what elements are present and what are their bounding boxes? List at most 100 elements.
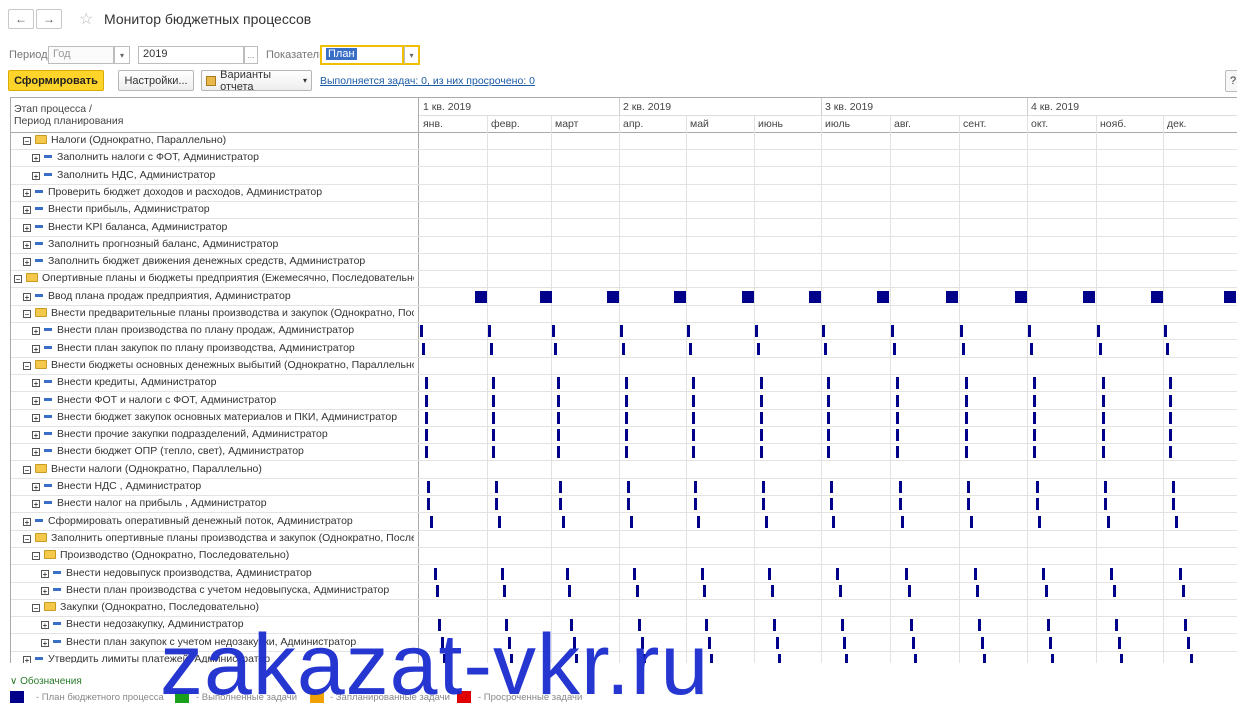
indicators-field[interactable]: План [320,45,404,65]
legend-toggle[interactable]: ∨ Обозначения [10,676,82,687]
row-label: + Проверить бюджет доходов и расходов, Ад… [23,186,322,198]
table-row[interactable]: + Внести план производства по плану прода… [11,323,1237,341]
row-text: Внести бюджеты основных денежных выбытий… [51,358,414,371]
plan-bar-marker [624,446,628,459]
table-row[interactable]: − Налоги (Однократно, Параллельно) [11,133,1237,150]
row-text: Заполнить опертивные планы производства … [51,531,414,544]
plan-bar-marker [759,429,763,442]
expand-icon[interactable]: + [32,379,40,388]
expand-icon[interactable]: + [23,240,31,249]
help-button[interactable]: ? [1225,70,1237,92]
table-row[interactable]: + Внести налог на прибыль , Администратор [11,496,1237,514]
expand-icon[interactable]: + [32,344,40,353]
expand-icon[interactable]: + [32,396,40,405]
plan-bar-marker [1175,515,1179,528]
expand-icon[interactable]: + [32,171,40,180]
expand-icon[interactable]: + [32,431,40,440]
back-arrow-icon[interactable]: ← [8,9,34,29]
task-icon [44,380,52,384]
table-row[interactable]: + Внести НДС , Администратор [11,479,1237,496]
plan-bar-marker [624,429,628,442]
table-row[interactable]: − Опертивные планы и бюджеты предприятия … [11,271,1237,289]
quarter-header: 3 кв. 2019 [825,101,874,113]
table-row[interactable]: − Внести предварительные планы производст… [11,306,1237,323]
plan-bar-marker [556,446,560,459]
table-row[interactable]: + Ввод плана продаж предприятия, Админист… [11,289,1237,306]
indicators-dropdown-icon[interactable]: ▾ [404,45,420,65]
plan-bar-marker [568,584,572,597]
collapse-icon[interactable]: − [32,604,40,613]
table-row[interactable]: + Внести прибыль, Администратор [11,202,1237,220]
table-row[interactable]: + Сформировать оперативный денежный поток… [11,514,1237,531]
plan-bar-marker [964,446,968,459]
expand-icon[interactable]: + [41,638,49,647]
row-text: Закупки (Однократно, Последовательно) [60,601,260,614]
expand-icon[interactable]: + [32,327,40,336]
period-type-field[interactable]: Год [48,46,114,64]
expand-icon[interactable]: + [23,206,31,215]
table-row[interactable]: − Заполнить опертивные планы производства… [11,531,1237,548]
row-text: Внести прибыль, Администратор [48,203,210,216]
expand-icon[interactable]: + [23,188,31,197]
table-row[interactable]: − Производство (Однократно, Последователь… [11,548,1237,566]
row-text: Налоги (Однократно, Параллельно) [51,134,227,146]
expand-icon[interactable]: + [23,223,31,232]
row-label: + Заполнить прогнозный баланс, Администра… [23,238,278,250]
collapse-icon[interactable]: − [23,361,31,370]
expand-icon[interactable]: + [23,517,31,526]
expand-icon[interactable]: + [32,483,40,492]
table-row[interactable]: − Внести налоги (Однократно, Параллельно) [11,462,1237,479]
plan-bar-marker [1099,342,1102,355]
forward-arrow-icon[interactable]: → [36,9,62,29]
settings-button[interactable]: Настройки... [118,70,194,91]
plan-bar-marker [700,567,704,580]
table-row[interactable]: − Внести бюджеты основных денежных выбыти… [11,358,1237,375]
expand-icon[interactable]: + [23,292,31,301]
table-row[interactable]: + Внести KPI баланса, Администратор [11,220,1237,237]
task-icon [53,587,61,591]
task-icon [35,207,43,211]
expand-icon[interactable]: + [41,621,49,630]
favorite-star-icon[interactable]: ☆ [79,9,93,29]
plan-bar-marker [824,342,828,355]
report-variants-button[interactable]: Варианты отчета ▾ [201,69,312,93]
expand-icon[interactable]: + [23,656,31,663]
plan-square-marker [741,290,754,303]
expand-icon[interactable]: + [32,154,40,163]
plan-bar-marker [777,654,781,663]
table-row[interactable]: + Заполнить бюджет движения денежных сред… [11,254,1237,272]
table-row[interactable]: − Закупки (Однократно, Последовательно) [11,600,1237,618]
generate-button[interactable]: Сформировать [8,70,104,91]
plan-bar-marker [895,446,899,459]
collapse-icon[interactable]: − [32,552,40,561]
plan-bar-marker [492,394,496,407]
expand-icon[interactable]: + [41,586,49,595]
table-row[interactable]: + Проверить бюджет доходов и расходов, Ад… [11,185,1237,202]
plan-bar-marker [967,481,971,493]
expand-icon[interactable]: + [41,569,49,578]
header-divider [419,115,1237,116]
table-row[interactable]: + Внести план производства с учетом недов… [11,583,1237,600]
period-dropdown-icon[interactable]: ▾ [114,46,130,64]
table-row[interactable]: + Заполнить прогнозный баланс, Администра… [11,237,1237,254]
expand-icon[interactable]: + [32,413,40,422]
table-row[interactable]: + Заполнить НДС, Администратор [11,168,1237,185]
expand-icon[interactable]: + [32,448,40,457]
tasks-status-link[interactable]: Выполняется задач: 0, из них просрочено:… [320,75,535,87]
collapse-icon[interactable]: − [23,137,31,146]
plan-bar-marker [1169,429,1173,442]
collapse-icon[interactable]: − [14,275,22,284]
year-field[interactable]: 2019 [138,46,244,64]
table-row[interactable]: + Заполнить налоги с ФОТ, Администратор [11,150,1237,168]
collapse-icon[interactable]: − [23,310,31,319]
expand-icon[interactable]: + [23,258,31,267]
table-row[interactable]: + Внести недовыпуск производства, Админис… [11,566,1237,583]
row-text: Внести план производства по плану продаж… [57,324,355,337]
collapse-icon[interactable]: − [23,534,31,543]
year-select-button[interactable]: ... [244,46,258,64]
expand-icon[interactable]: + [32,500,40,509]
plan-bar-marker [762,481,766,493]
page-title: Монитор бюджетных процессов [104,11,312,27]
row-label: + Внести KPI баланса, Администратор [23,221,227,233]
collapse-icon[interactable]: − [23,465,31,474]
